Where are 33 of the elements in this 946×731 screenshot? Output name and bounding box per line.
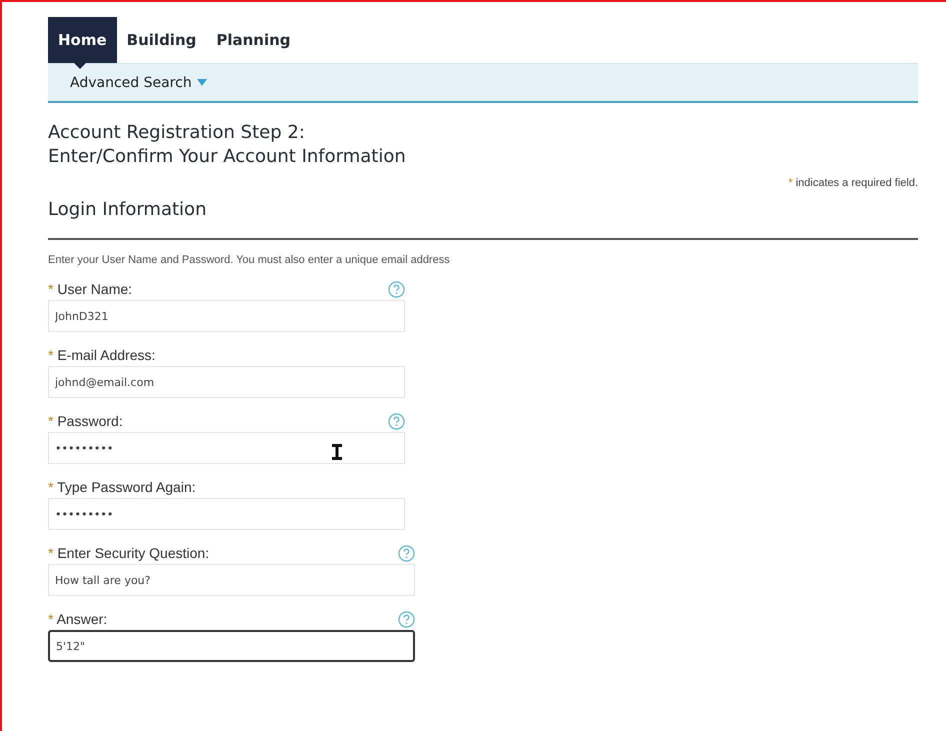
help-icon[interactable]: [388, 412, 405, 430]
page-heading: Enter/Confirm Your Account Information: [48, 145, 406, 169]
input-field[interactable]: How tall are you?: [48, 564, 415, 596]
field-label: Type Password Again:: [57, 479, 196, 495]
required-mark: *: [788, 177, 793, 189]
field-label: Answer:: [56, 611, 108, 627]
required-mark: *: [48, 611, 54, 627]
help-icon[interactable]: [398, 544, 415, 562]
required-mark: *: [48, 413, 54, 429]
input-field[interactable]: johnd@email.com: [48, 366, 405, 398]
input-field[interactable]: 5'12": [48, 630, 415, 662]
required-mark: *: [48, 281, 54, 297]
field-label: E-mail Address:: [57, 347, 156, 363]
field-label: User Name:: [57, 281, 132, 297]
section-title: Login Information: [48, 199, 918, 240]
nav-tab[interactable]: Planning: [206, 17, 301, 63]
help-icon[interactable]: [388, 280, 405, 298]
page-heading: Account Registration Step 2:: [48, 121, 305, 145]
required-note: indicates a required field.: [796, 177, 918, 189]
field-label: Enter Security Question:: [57, 545, 210, 561]
required-mark: *: [48, 545, 54, 561]
field-label: Password:: [57, 413, 123, 429]
help-icon[interactable]: [398, 610, 415, 628]
instructions-text: Enter your User Name and Password. You must also enter a unique email address: [48, 254, 451, 266]
required-mark: *: [48, 479, 54, 495]
text-cursor-icon: [332, 444, 342, 460]
caret-icon: [196, 79, 207, 86]
pointer-icon: [74, 63, 86, 69]
input-field[interactable]: •••••••••: [48, 432, 405, 464]
advanced-search-menu[interactable]: Advanced Search: [70, 74, 207, 90]
input-field[interactable]: •••••••••: [48, 498, 405, 530]
nav-tab[interactable]: Building: [116, 17, 206, 63]
required-mark: *: [48, 347, 54, 363]
